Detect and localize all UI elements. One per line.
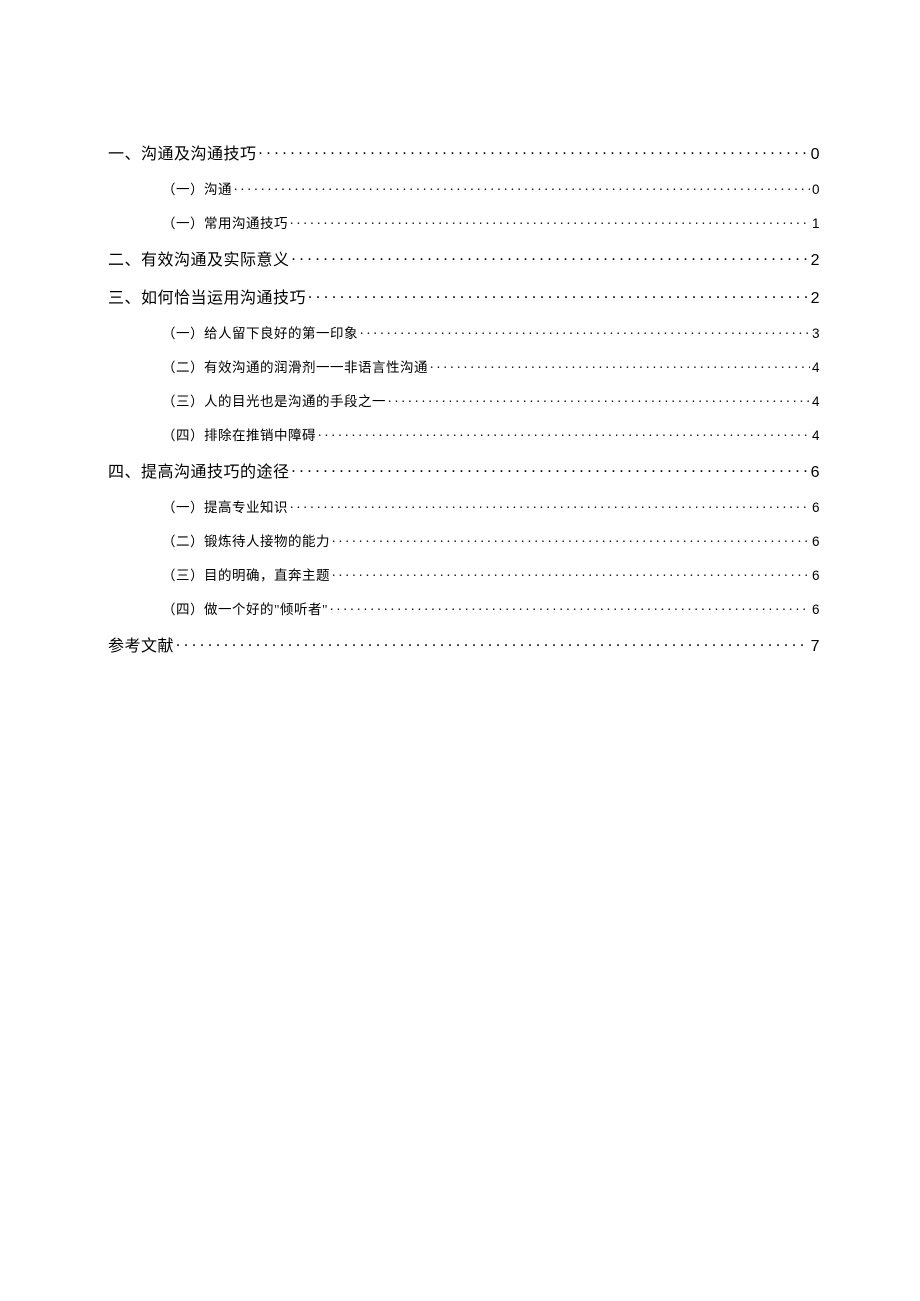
toc-page: 6 [812,534,820,549]
toc-leader [332,533,810,547]
toc-entry: （四）做一个好的"倾听者" 6 [100,598,820,618]
toc-leader [332,567,810,581]
toc-entry: （四）排除在推销中障碍 4 [100,424,820,444]
toc-leader [292,249,809,265]
toc-entry: 三、如何恰当运用沟通技巧 2 [100,284,820,308]
toc-leader [318,427,810,441]
toc-entry: （一）沟通 0 [100,178,820,198]
table-of-contents: 一、沟通及沟通技巧 0 （一）沟通 0 （一）常用沟通技巧 1 二、有效沟通及实… [100,140,820,656]
toc-page: 6 [812,602,820,617]
toc-label: （四）做一个好的"倾听者" [162,598,328,618]
toc-leader [234,181,810,195]
toc-page: 6 [811,464,820,482]
toc-label: （三）人的目光也是沟通的手段之一 [162,390,386,410]
toc-entry: 一、沟通及沟通技巧 0 [100,140,820,164]
toc-label: 参考文献 [108,632,174,656]
toc-entry: （一）常用沟通技巧 1 [100,212,820,232]
toc-leader [292,461,809,477]
toc-label: （三）目的明确，直奔主题 [162,564,330,584]
toc-entry: （二）锻炼待人接物的能力 6 [100,530,820,550]
toc-page: 1 [812,216,820,231]
toc-page: 4 [812,360,820,375]
toc-page: 4 [812,394,820,409]
toc-leader [360,325,810,339]
toc-leader [430,359,810,373]
toc-label: 一、沟通及沟通技巧 [108,140,257,164]
toc-leader [259,143,809,159]
toc-label: （一）给人留下良好的第一印象 [162,322,358,342]
toc-leader [308,287,809,303]
toc-label: 二、有效沟通及实际意义 [108,246,290,270]
toc-entry: 四、提高沟通技巧的途径 6 [100,458,820,482]
toc-page: 6 [812,568,820,583]
toc-entry: （二）有效沟通的润滑剂一一非语言性沟通 4 [100,356,820,376]
toc-label: （二）锻炼待人接物的能力 [162,530,330,550]
toc-entry: （一）给人留下良好的第一印象 3 [100,322,820,342]
toc-page: 2 [811,290,820,308]
toc-entry: 参考文献 7 [100,632,820,656]
toc-leader [330,601,810,615]
toc-page: 7 [811,638,820,656]
toc-label: （一）常用沟通技巧 [162,212,288,232]
toc-entry: 二、有效沟通及实际意义 2 [100,246,820,270]
toc-label: 三、如何恰当运用沟通技巧 [108,284,306,308]
toc-label: （四）排除在推销中障碍 [162,424,316,444]
toc-page: 4 [812,428,820,443]
toc-page: 6 [812,500,820,515]
toc-label: （二）有效沟通的润滑剂一一非语言性沟通 [162,356,428,376]
toc-leader [290,215,810,229]
toc-entry: （三）人的目光也是沟通的手段之一 4 [100,390,820,410]
toc-label: 四、提高沟通技巧的途径 [108,458,290,482]
toc-entry: （一）提高专业知识 6 [100,496,820,516]
toc-label: （一）提高专业知识 [162,496,288,516]
toc-entry: （三）目的明确，直奔主题 6 [100,564,820,584]
toc-page: 2 [811,252,820,270]
toc-page: 0 [812,182,820,197]
toc-page: 0 [811,146,820,164]
toc-leader [388,393,810,407]
toc-leader [290,499,810,513]
toc-page: 3 [812,326,820,341]
toc-label: （一）沟通 [162,178,232,198]
toc-leader [176,635,809,651]
